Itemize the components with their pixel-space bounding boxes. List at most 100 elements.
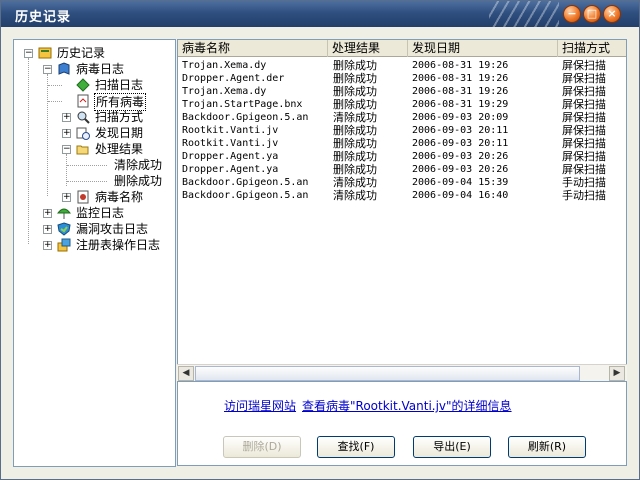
history-tree[interactable]: − 历史记录 − 病毒日志 扫描日志 所有病毒 + 扫描方式 + 发现日期 − …	[13, 39, 176, 467]
table-cell: 2006-09-03 20:26	[412, 151, 509, 162]
find-button[interactable]: 查找(F)	[317, 436, 395, 458]
tree-item-found-date[interactable]: + 发现日期	[18, 125, 168, 141]
table-cell: Trojan.StartPage.bnx	[182, 99, 303, 110]
expand-icon[interactable]: +	[62, 113, 71, 122]
table-cell: 屏保扫描	[562, 111, 606, 124]
table-row[interactable]: Trojan.Xema.dy 删除成功 2006-08-31 19:26 屏保扫描	[178, 59, 626, 72]
tree-item-virus-name[interactable]: + 病毒名称	[18, 189, 168, 205]
table-cell: Dropper.Agent.der	[182, 73, 285, 84]
tree-item-scan-log[interactable]: 扫描日志	[18, 77, 168, 93]
collapse-icon[interactable]: −	[43, 65, 52, 74]
table-row[interactable]: Backdoor.Gpigeon.5.an 清除成功 2006-09-03 20:0…	[178, 111, 626, 124]
scroll-thumb[interactable]	[195, 366, 580, 381]
table-row[interactable]: Rootkit.Vanti.jv 删除成功 2006-09-03 20:11 屏保扫描	[178, 124, 626, 137]
tree-item-monitor-log[interactable]: + 监控日志	[18, 205, 168, 221]
table-cell: Rootkit.Vanti.jv	[182, 125, 279, 136]
table-cell: 手动扫描	[562, 189, 606, 202]
tree-label: 病毒日志	[76, 62, 125, 76]
table-cell: 手动扫描	[562, 176, 606, 189]
scroll-left-button[interactable]: ◀	[178, 366, 194, 381]
tree-label: 扫描方式	[95, 110, 144, 124]
shield-icon	[57, 222, 71, 236]
close-button[interactable]: ×	[603, 5, 621, 23]
tree-label: 病毒名称	[95, 190, 144, 204]
table-cell: 删除成功	[333, 98, 377, 111]
column-header-virus-name[interactable]: 病毒名称	[178, 40, 328, 57]
document-icon	[77, 94, 89, 108]
tree-item-process-result[interactable]: − 处理结果	[18, 141, 168, 157]
collapse-icon[interactable]: −	[24, 49, 33, 58]
tree-item-virus-log[interactable]: − 病毒日志	[18, 61, 168, 77]
maximize-button[interactable]: □	[583, 5, 601, 23]
calendar-clock-icon	[76, 127, 90, 140]
tree-item-vuln-attack-log[interactable]: + 漏洞攻击日志	[18, 221, 168, 237]
expand-icon[interactable]: +	[43, 209, 52, 218]
table-cell: 删除成功	[333, 137, 377, 150]
table-cell: 屏保扫描	[562, 85, 606, 98]
expand-icon[interactable]: +	[43, 241, 52, 250]
tree-item-delete-success[interactable]: 删除成功	[18, 173, 168, 189]
visit-site-link[interactable]: 访问瑞星网站	[224, 397, 296, 414]
expand-icon[interactable]: +	[62, 129, 71, 138]
table-row[interactable]: Backdoor.Gpigeon.5.an 清除成功 2006-09-04 16:4…	[178, 189, 626, 202]
expand-icon[interactable]: +	[62, 193, 71, 202]
tree-label: 发现日期	[95, 126, 144, 140]
tree-item-clear-success[interactable]: 清除成功	[18, 157, 168, 173]
table-cell: Trojan.Xema.dy	[182, 86, 267, 97]
table-row[interactable]: Trojan.Xema.dy 删除成功 2006-08-31 19:26 屏保扫描	[178, 85, 626, 98]
delete-button[interactable]: 删除(D)	[223, 436, 301, 458]
tree-item-scan-method[interactable]: + 扫描方式	[18, 109, 168, 125]
column-header-result[interactable]: 处理结果	[328, 40, 408, 57]
table-cell: 屏保扫描	[562, 98, 606, 111]
tree-item-all-viruses[interactable]: 所有病毒	[18, 93, 168, 111]
tree-label: 处理结果	[95, 142, 144, 156]
table-cell: 2006-09-04 16:40	[412, 190, 509, 201]
table-cell: 2006-09-03 20:09	[412, 112, 509, 123]
horizontal-scrollbar[interactable]: ◀ ▶	[177, 364, 627, 381]
book-icon	[58, 62, 70, 75]
table-cell: Backdoor.Gpigeon.5.an	[182, 190, 309, 201]
table-row[interactable]: Backdoor.Gpigeon.5.an 清除成功 2006-09-04 15:3…	[178, 176, 626, 189]
table-cell: Trojan.Xema.dy	[182, 60, 267, 71]
minimize-button[interactable]: −	[563, 5, 581, 23]
folder-open-icon	[76, 145, 89, 155]
column-header-scan-method[interactable]: 扫描方式	[558, 40, 626, 57]
history-icon	[38, 47, 52, 59]
table-row[interactable]: Dropper.Agent.ya 删除成功 2006-09-03 20:26 屏保扫描	[178, 150, 626, 163]
virus-list[interactable]: 病毒名称 处理结果 发现日期 扫描方式 Trojan.Xema.dy 删除成功 20…	[177, 39, 627, 382]
umbrella-icon	[57, 208, 71, 219]
table-cell: 2006-09-03 20:26	[412, 164, 509, 175]
title-bar[interactable]: 历史记录 − □ ×	[1, 1, 639, 27]
table-cell: 屏保扫描	[562, 72, 606, 85]
table-row[interactable]: Rootkit.Vanti.jv 删除成功 2006-09-03 20:11 屏保扫描	[178, 137, 626, 150]
table-row[interactable]: Dropper.Agent.ya 删除成功 2006-09-03 20:26 屏保扫描	[178, 163, 626, 176]
table-cell: Backdoor.Gpigeon.5.an	[182, 112, 309, 123]
table-row[interactable]: Dropper.Agent.der 删除成功 2006-08-31 19:26 屏保扫…	[178, 72, 626, 85]
table-cell: 屏保扫描	[562, 59, 606, 72]
expand-icon[interactable]: +	[43, 225, 52, 234]
table-cell: 屏保扫描	[562, 163, 606, 176]
tree-item-registry-log[interactable]: + 注册表操作日志	[18, 237, 168, 253]
magnifier-icon	[77, 111, 90, 124]
list-header: 病毒名称 处理结果 发现日期 扫描方式	[178, 40, 626, 57]
table-cell: 2006-08-31 19:26	[412, 73, 509, 84]
virus-detail-link[interactable]: 查看病毒"Rootkit.Vanti.jv"的详细信息	[302, 397, 512, 414]
tree-item-root[interactable]: − 历史记录	[18, 45, 168, 61]
export-button[interactable]: 导出(E)	[413, 436, 491, 458]
table-cell: Backdoor.Gpigeon.5.an	[182, 177, 309, 188]
history-window: 历史记录 − □ × − 历史记录 − 病毒日志 扫描日志 所有病毒 + 扫描方…	[0, 0, 640, 480]
tree-label: 漏洞攻击日志	[76, 222, 149, 236]
tree-label: 清除成功	[114, 158, 163, 172]
collapse-icon[interactable]: −	[62, 145, 71, 154]
table-cell: 2006-09-04 15:39	[412, 177, 509, 188]
scroll-right-button[interactable]: ▶	[609, 366, 625, 381]
table-cell: 删除成功	[333, 72, 377, 85]
table-cell: 删除成功	[333, 150, 377, 163]
table-cell: 删除成功	[333, 124, 377, 137]
table-row[interactable]: Trojan.StartPage.bnx 删除成功 2006-08-31 19:29…	[178, 98, 626, 111]
scan-icon	[76, 78, 90, 92]
title-stripes	[489, 1, 559, 27]
table-cell: 2006-09-03 20:11	[412, 138, 509, 149]
column-header-date[interactable]: 发现日期	[408, 40, 558, 57]
refresh-button[interactable]: 刷新(R)	[508, 436, 586, 458]
